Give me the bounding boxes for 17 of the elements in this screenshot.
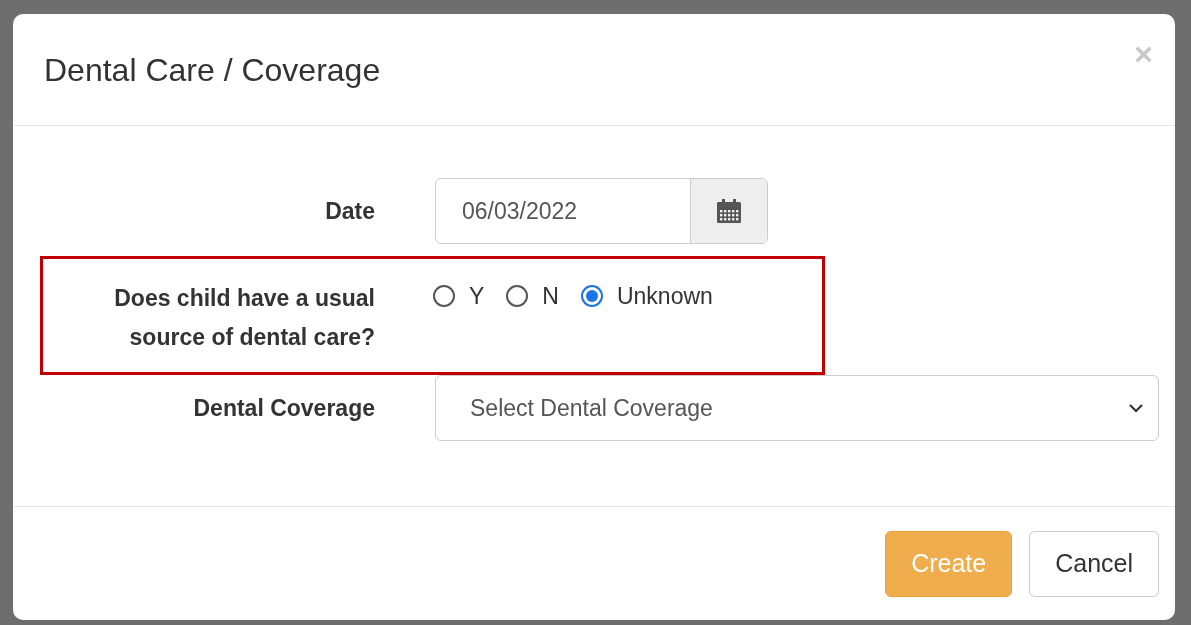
date-input[interactable]: 06/03/2022: [436, 179, 690, 243]
chevron-down-icon: [1128, 403, 1144, 413]
cancel-button[interactable]: Cancel: [1029, 530, 1159, 597]
radio-option[interactable]: Y: [433, 279, 485, 314]
question-label: Does child have a usual source of dental care?: [113, 284, 375, 352]
calendar-button[interactable]: [690, 179, 767, 243]
date-label: Date: [324, 196, 375, 226]
calendar-icon: [716, 198, 742, 224]
radio-option[interactable]: Unknown: [580, 279, 713, 314]
date-field[interactable]: 06/03/2022: [435, 178, 768, 244]
radio-button[interactable]: [433, 285, 455, 308]
coverage-label: Dental Coverage: [192, 393, 375, 423]
dialog-title: Dental Care / Coverage: [44, 50, 381, 90]
radio-button[interactable]: [506, 285, 529, 308]
radio-option[interactable]: N: [506, 279, 559, 314]
radio-button[interactable]: [580, 285, 603, 308]
coverage-select[interactable]: Select Dental Coverage: [435, 375, 1159, 441]
